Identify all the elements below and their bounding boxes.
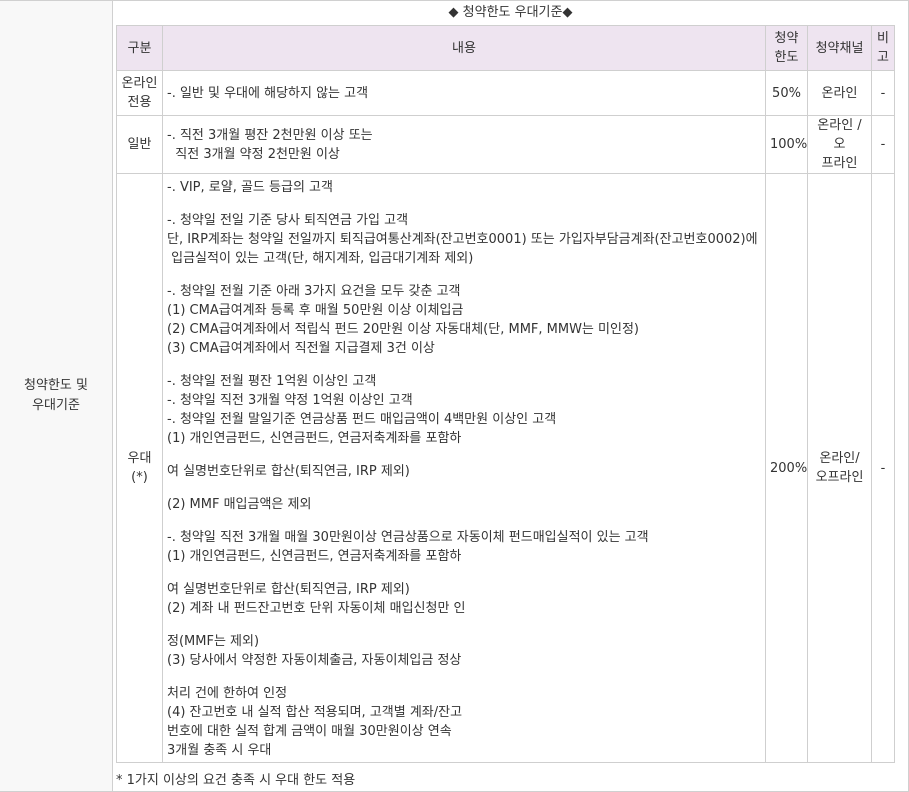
header-limit: 청약 한도 (765, 25, 808, 71)
content-line: -. 청약일 전월 기준 아래 3가지 요건을 모두 갖춘 고객 (167, 284, 461, 299)
outer-table: 청약한도 및 우대기준 ◆ 청약한도 우대기준◆ 구분 내용 청약 한도 청약채… (0, 0, 909, 792)
header-note-line: 비 (877, 31, 889, 46)
block-gap (167, 197, 761, 211)
content-line: -. 직전 3개월 평잔 2천만원 이상 또는 (167, 127, 373, 143)
content-line: -. 청약일 직전 3개월 매월 30만원이상 연금상품으로 자동이체 펀드매입… (167, 530, 649, 545)
block-gap (167, 268, 761, 282)
content-line: -. 청약일 전일 기준 당사 퇴직연금 가입 고객 (167, 213, 409, 228)
content-line: 여 실명번호단위로 합산(퇴직연금, IRP 제외) (167, 464, 410, 479)
content-line: 처리 건에 한하여 인정 (167, 686, 288, 701)
row-content: -. VIP, 로얄, 골드 등급의 고객 -. 청약일 전일 기준 당사 퇴직연… (162, 173, 766, 763)
row-category: 일반 (116, 115, 163, 174)
row-note: - (871, 115, 895, 174)
channel-line: 온라인/ (819, 451, 860, 466)
content-line: (3) CMA급여계좌에서 직전월 지급결제 3건 이상 (167, 341, 435, 356)
content-line: -. 청약일 전월 말일기준 연금상품 펀드 매입금액이 4백만원 이상인 고객 (167, 412, 557, 427)
row-label-cell: 청약한도 및 우대기준 (0, 0, 113, 792)
channel-line: 온라인 (821, 85, 858, 101)
content-line: 3개월 충족 시 우대 (167, 743, 272, 758)
content-line: 입금실적이 있는 고객(단, 해지계좌, 입금대기계좌 제외) (167, 251, 474, 266)
header-channel: 청약채널 (807, 25, 872, 71)
row-label-line: 청약한도 및 (24, 378, 88, 393)
table-row-preferred: 우대(*) -. VIP, 로얄, 골드 등급의 고객 -. 청약일 전일 기준 … (116, 173, 895, 763)
block-gap (167, 566, 761, 580)
row-note: - (871, 70, 895, 116)
row-limit: 50% (765, 70, 808, 116)
block-gap (167, 481, 761, 495)
category-line: 온라인 (121, 76, 158, 91)
table-row: 온라인 전용 -. 일반 및 우대에 해당하지 않는 고객 50% 온라인 - (116, 70, 895, 116)
channel-line: 오프라인 (815, 470, 864, 485)
content-line: (1) 개인연금펀드, 신연금펀드, 연금저축계좌를 포함하 (167, 549, 462, 564)
header-limit-line: 청약 (774, 31, 799, 46)
block-gap (167, 618, 761, 632)
row-note: - (871, 173, 895, 763)
content-line: -. 청약일 직전 3개월 약정 1억원 이상인 고객 (167, 393, 413, 408)
row-channel: 온라인 /오 프라인 (807, 115, 872, 174)
criteria-table: 구분 내용 청약 한도 청약채널 비 고 온라인 전용 -. 일반 및 우대에 … (116, 25, 895, 763)
table-row: 일반 -. 직전 3개월 평잔 2천만원 이상 또는 직전 3개월 약정 2천만… (116, 115, 895, 174)
category-line: 일반 (127, 137, 152, 152)
block-gap (167, 670, 761, 684)
row-content: -. 직전 3개월 평잔 2천만원 이상 또는 직전 3개월 약정 2천만원 이… (162, 115, 766, 174)
row-category: 온라인 전용 (116, 70, 163, 116)
content-line: 단, IRP계좌는 청약일 전일까지 퇴직급여통산계좌(잔고번호0001) 또는… (167, 232, 758, 247)
row-limit: 200% (765, 173, 808, 763)
content-line: -. 청약일 전월 평잔 1억원 이상인 고객 (167, 374, 377, 389)
row-content: -. 일반 및 우대에 해당하지 않는 고객 (162, 70, 766, 116)
content-line: 번호에 대한 실적 합계 금액이 매월 30만원이상 연속 (167, 724, 452, 739)
header-limit-line: 한도 (774, 50, 799, 65)
header-note-line: 고 (877, 50, 889, 65)
row-limit: 100% (765, 115, 808, 174)
content-line: 직전 3개월 약정 2천만원 이상 (167, 146, 340, 162)
content-line: (3) 당사에서 약정한 자동이체출금, 자동이체입금 정상 (167, 653, 462, 668)
content-line: (1) CMA급여계좌 등록 후 매월 50만원 이상 이체입금 (167, 303, 464, 318)
content-line: (2) CMA급여계좌에서 적립식 펀드 20만원 이상 자동대체(단, MMF… (167, 322, 639, 337)
content-line: (2) MMF 매입금액은 제외 (167, 497, 312, 512)
header-row: 구분 내용 청약 한도 청약채널 비 고 (116, 25, 895, 71)
channel-line: 온라인 /오 (817, 118, 862, 152)
row-channel: 온라인 (807, 70, 872, 116)
header-note: 비 고 (871, 25, 895, 71)
content-line: -. VIP, 로얄, 골드 등급의 고객 (167, 180, 333, 195)
content-line: 여 실명번호단위로 합산(퇴직연금, IRP 제외) (167, 582, 410, 597)
content-line: (1) 개인연금펀드, 신연금펀드, 연금저축계좌를 포함하 (167, 431, 462, 446)
right-content-cell: ◆ 청약한도 우대기준◆ 구분 내용 청약 한도 청약채널 비 고 온라인 전용… (112, 0, 909, 792)
block-gap (167, 448, 761, 462)
row-channel: 온라인/ 오프라인 (807, 173, 872, 763)
content-line: (2) 계좌 내 펀드잔고번호 단위 자동이체 매입신청만 인 (167, 601, 466, 616)
content-line: (4) 잔고번호 내 실적 합산 적용되며, 고객별 계좌/잔고 (167, 705, 463, 720)
block-gap (167, 514, 761, 528)
content-line: -. 일반 및 우대에 해당하지 않는 고객 (167, 85, 369, 101)
content-line: 정(MMF는 제외) (167, 634, 260, 649)
channel-line: 프라인 (821, 156, 858, 171)
block-gap (167, 358, 761, 372)
footnote: * 1가지 이상의 요건 충족 시 우대 한도 적용 (116, 773, 356, 788)
row-category: 우대(*) (116, 173, 163, 763)
category-line: 전용 (127, 95, 152, 110)
header-category: 구분 (116, 25, 163, 71)
row-label-line: 우대기준 (32, 398, 80, 413)
section-title: ◆ 청약한도 우대기준◆ (448, 5, 573, 20)
header-content: 내용 (162, 25, 766, 71)
